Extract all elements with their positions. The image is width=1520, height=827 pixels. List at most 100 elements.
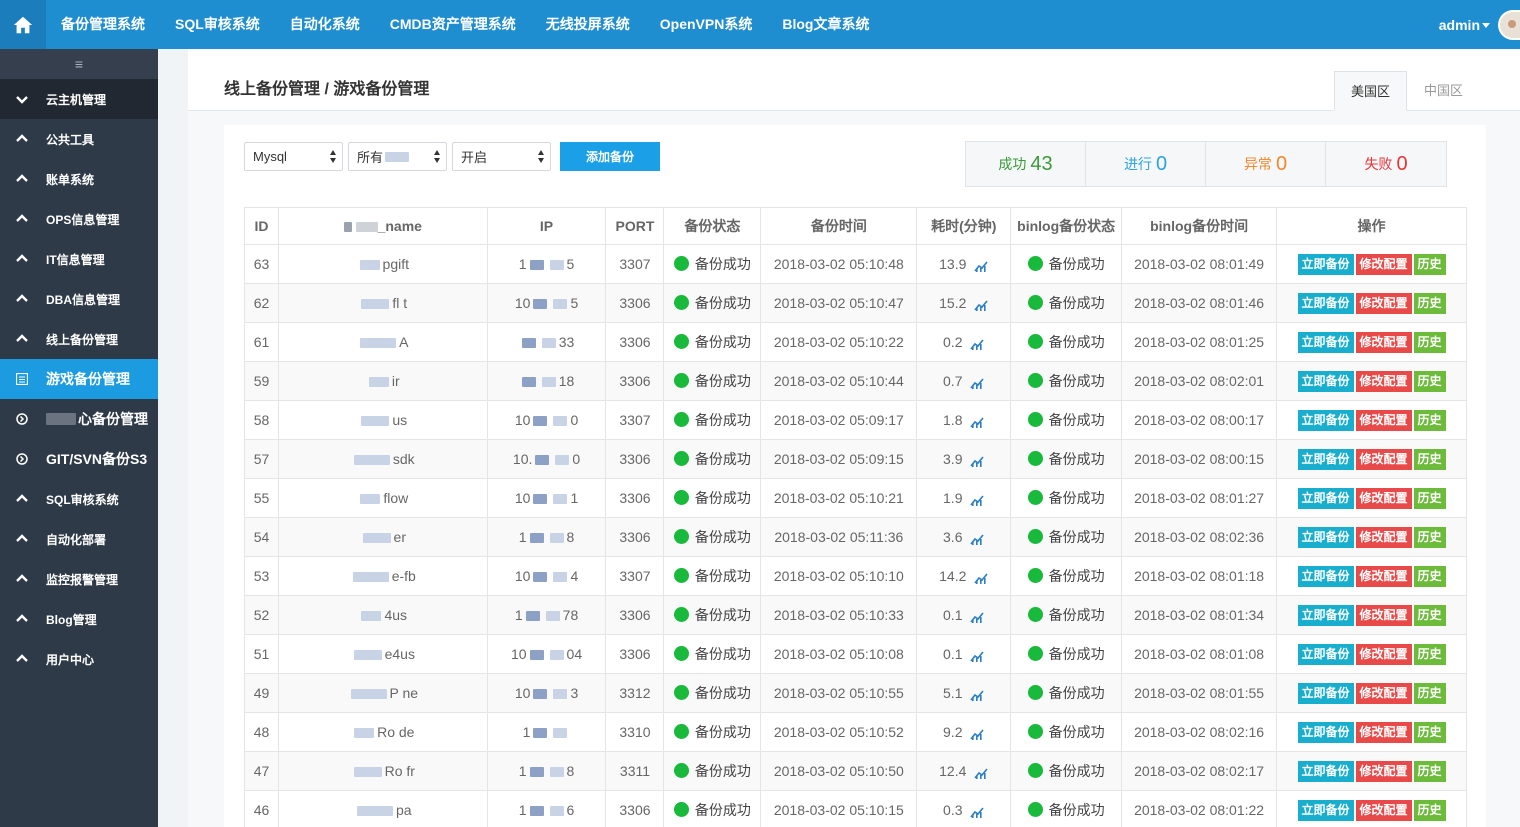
backup-now-button[interactable]: 立即备份: [1297, 487, 1354, 509]
sidebar-item[interactable]: 心备份管理: [0, 399, 158, 439]
edit-config-button[interactable]: 修改配置: [1355, 370, 1412, 392]
stat-running[interactable]: 进行 0: [1086, 142, 1206, 186]
cell-name[interactable]: er: [277, 517, 488, 557]
topnav-cmdb[interactable]: CMDB资产管理系统: [375, 0, 531, 49]
chart-icon[interactable]: [970, 337, 985, 351]
stat-success[interactable]: 成功 43: [966, 142, 1086, 186]
sidebar-item[interactable]: 公共工具: [0, 119, 158, 159]
db-type-select[interactable]: Mysql: [244, 142, 343, 171]
backup-now-button[interactable]: 立即备份: [1297, 721, 1354, 743]
backup-now-button[interactable]: 立即备份: [1297, 604, 1354, 626]
history-button[interactable]: 历史: [1413, 643, 1446, 665]
edit-config-button[interactable]: 修改配置: [1355, 448, 1412, 470]
backup-now-button[interactable]: 立即备份: [1297, 799, 1354, 821]
sidebar-item[interactable]: IT信息管理: [0, 239, 158, 279]
topnav-blog[interactable]: Blog文章系统: [767, 0, 884, 49]
edit-config-button[interactable]: 修改配置: [1355, 682, 1412, 704]
cell-name[interactable]: P ne: [277, 673, 488, 713]
chart-icon[interactable]: [970, 454, 985, 468]
topnav-automation[interactable]: 自动化系统: [275, 0, 375, 49]
history-button[interactable]: 历史: [1413, 565, 1446, 587]
backup-now-button[interactable]: 立即备份: [1297, 292, 1354, 314]
sidebar-item[interactable]: 自动化部署: [0, 519, 158, 559]
sidebar-item[interactable]: Blog管理: [0, 599, 158, 639]
sidebar-item[interactable]: 账单系统: [0, 159, 158, 199]
topnav-backup[interactable]: 备份管理系统: [46, 0, 160, 49]
edit-config-button[interactable]: 修改配置: [1355, 526, 1412, 548]
history-button[interactable]: 历史: [1413, 682, 1446, 704]
edit-config-button[interactable]: 修改配置: [1355, 292, 1412, 314]
chart-icon[interactable]: [974, 571, 988, 585]
sidebar-item[interactable]: SQL审核系统: [0, 479, 158, 519]
history-button[interactable]: 历史: [1413, 370, 1446, 392]
sidebar-item[interactable]: 云主机管理: [0, 79, 158, 119]
sidebar-item[interactable]: 监控报警管理: [0, 559, 158, 599]
chart-icon[interactable]: [970, 610, 985, 624]
history-button[interactable]: 历史: [1413, 799, 1446, 821]
sidebar-item[interactable]: 线上备份管理: [0, 319, 158, 359]
edit-config-button[interactable]: 修改配置: [1355, 253, 1412, 275]
cell-name[interactable]: Ro fr: [277, 751, 488, 791]
cell-name[interactable]: ir: [277, 361, 488, 401]
history-button[interactable]: 历史: [1413, 760, 1446, 782]
chart-icon[interactable]: [970, 532, 985, 546]
chart-icon[interactable]: [970, 727, 985, 741]
edit-config-button[interactable]: 修改配置: [1355, 721, 1412, 743]
sidebar-item[interactable]: 用户中心: [0, 639, 158, 679]
topnav-wireless-cast[interactable]: 无线投屏系统: [531, 0, 645, 49]
backup-now-button[interactable]: 立即备份: [1297, 643, 1354, 665]
stat-abnormal[interactable]: 异常 0: [1206, 142, 1326, 186]
backup-now-button[interactable]: 立即备份: [1297, 526, 1354, 548]
edit-config-button[interactable]: 修改配置: [1355, 487, 1412, 509]
tab-us-region[interactable]: 美国区: [1334, 71, 1407, 111]
add-backup-button[interactable]: 添加备份: [560, 142, 660, 171]
status-select[interactable]: 开启: [452, 142, 551, 171]
history-button[interactable]: 历史: [1413, 253, 1446, 275]
backup-now-button[interactable]: 立即备份: [1297, 682, 1354, 704]
sidebar-item[interactable]: OPS信息管理: [0, 199, 158, 239]
history-button[interactable]: 历史: [1413, 448, 1446, 470]
chart-icon[interactable]: [974, 298, 988, 312]
cell-name[interactable]: sdk: [277, 439, 488, 479]
chart-icon[interactable]: [974, 259, 988, 273]
sidebar-toggle-button[interactable]: ≡: [0, 49, 158, 79]
history-button[interactable]: 历史: [1413, 409, 1446, 431]
history-button[interactable]: 历史: [1413, 604, 1446, 626]
tab-cn-region[interactable]: 中国区: [1407, 71, 1480, 111]
edit-config-button[interactable]: 修改配置: [1355, 409, 1412, 431]
topnav-openvpn[interactable]: OpenVPN系统: [645, 0, 768, 49]
sidebar-item[interactable]: DBA信息管理: [0, 279, 158, 319]
history-button[interactable]: 历史: [1413, 526, 1446, 548]
edit-config-button[interactable]: 修改配置: [1355, 760, 1412, 782]
cell-name[interactable]: e4us: [277, 634, 488, 674]
cell-name[interactable]: pgift: [277, 244, 488, 284]
backup-now-button[interactable]: 立即备份: [1297, 331, 1354, 353]
edit-config-button[interactable]: 修改配置: [1355, 643, 1412, 665]
cell-name[interactable]: pa: [277, 790, 488, 827]
backup-now-button[interactable]: 立即备份: [1297, 448, 1354, 470]
home-button[interactable]: [0, 0, 46, 49]
stat-failed[interactable]: 失败 0: [1326, 142, 1446, 186]
chart-icon[interactable]: [970, 805, 985, 819]
cell-name[interactable]: Ro de: [277, 712, 488, 752]
edit-config-button[interactable]: 修改配置: [1355, 604, 1412, 626]
chart-icon[interactable]: [974, 766, 988, 780]
backup-now-button[interactable]: 立即备份: [1297, 370, 1354, 392]
edit-config-button[interactable]: 修改配置: [1355, 331, 1412, 353]
cell-name[interactable]: e-fb: [277, 556, 488, 596]
backup-now-button[interactable]: 立即备份: [1297, 409, 1354, 431]
cell-name[interactable]: A: [277, 322, 488, 362]
chart-icon[interactable]: [970, 649, 985, 663]
sidebar-item[interactable]: 游戏备份管理: [0, 359, 158, 399]
avatar[interactable]: [1498, 9, 1520, 40]
edit-config-button[interactable]: 修改配置: [1355, 799, 1412, 821]
sidebar-item[interactable]: GIT/SVN备份S3: [0, 439, 158, 479]
backup-now-button[interactable]: 立即备份: [1297, 253, 1354, 275]
backup-now-button[interactable]: 立即备份: [1297, 565, 1354, 587]
cell-name[interactable]: flow: [277, 478, 488, 518]
topnav-sql-audit[interactable]: SQL审核系统: [160, 0, 275, 49]
cell-name[interactable]: fl t: [277, 283, 488, 323]
backup-now-button[interactable]: 立即备份: [1297, 760, 1354, 782]
history-button[interactable]: 历史: [1413, 331, 1446, 353]
history-button[interactable]: 历史: [1413, 487, 1446, 509]
